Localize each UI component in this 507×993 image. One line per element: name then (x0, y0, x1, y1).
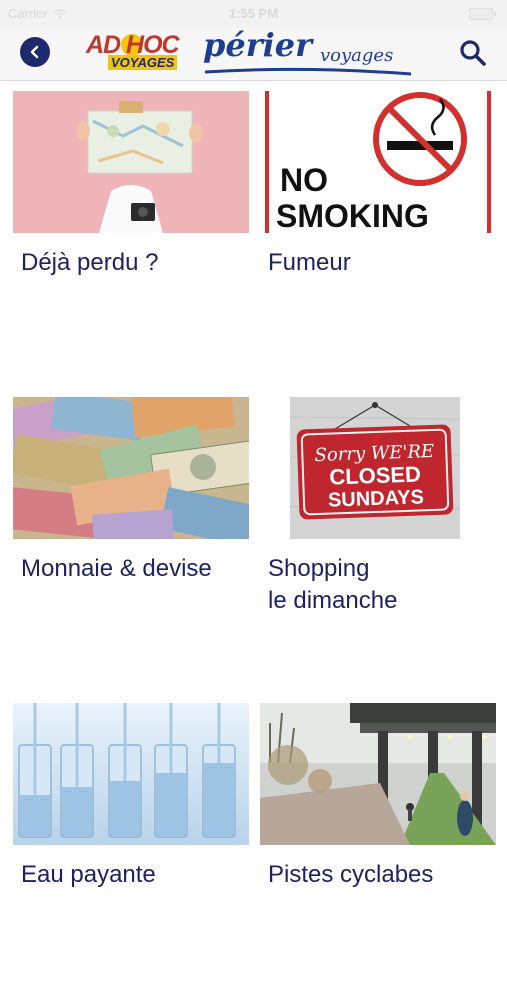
logo-perier-text: périer (203, 26, 312, 64)
tile-currency[interactable]: Monnaie & devise (13, 397, 249, 687)
tile-label: Monnaie & devise (21, 555, 212, 582)
tile-bike-paths[interactable]: Pistes cyclabes (260, 703, 496, 993)
tile-label: Pistes cyclabes (268, 861, 434, 888)
woman-holding-map-image (13, 91, 249, 233)
tile-label: Eau payante (21, 861, 156, 888)
tile-sunday-shopping[interactable]: Sorry WE'RE CLOSED SUNDAYS Shopping le d… (260, 397, 496, 687)
logo-perier-subtext: voyages (320, 45, 394, 66)
status-bar: Carrier 1:55 PM (0, 0, 507, 28)
navigation-bar: AD HOC VOYAGES périer voyages (0, 26, 507, 81)
sign-text-smoking: SMOKING (276, 198, 429, 233)
adhoc-voyages-logo: AD HOC VOYAGES (86, 31, 194, 75)
bike-path-image (260, 703, 496, 845)
banknotes-image (13, 397, 249, 539)
sign-text-no: NO (280, 162, 328, 198)
tile-paid-water[interactable]: Eau payante (13, 703, 249, 993)
battery-icon (469, 8, 496, 20)
tile-label: Shopping le dimanche (268, 555, 398, 614)
search-button[interactable] (457, 37, 489, 69)
no-smoking-sign-image: NO SMOKING (260, 91, 496, 233)
closed-sundays-sign-image: Sorry WE'RE CLOSED SUNDAYS (260, 397, 496, 539)
clock: 1:55 PM (228, 6, 279, 21)
water-glasses-image (13, 703, 249, 845)
logo-adhoc-subtext: VOYAGES (108, 55, 178, 70)
tile-label: Déjà perdu ? (21, 249, 159, 276)
perier-voyages-logo: périer voyages (203, 26, 423, 76)
chevron-left-icon (30, 45, 39, 59)
logo-swoosh (204, 67, 412, 76)
tile-smoking[interactable]: NO SMOKING Fumeur (260, 91, 496, 381)
tile-label: Fumeur (268, 249, 351, 276)
search-icon (460, 40, 486, 66)
tile-lost[interactable]: Déjà perdu ? (13, 91, 249, 381)
back-button[interactable] (20, 37, 50, 67)
sign-text-closed: CLOSED (329, 461, 422, 489)
sign-text-sundays: SUNDAYS (328, 486, 425, 511)
